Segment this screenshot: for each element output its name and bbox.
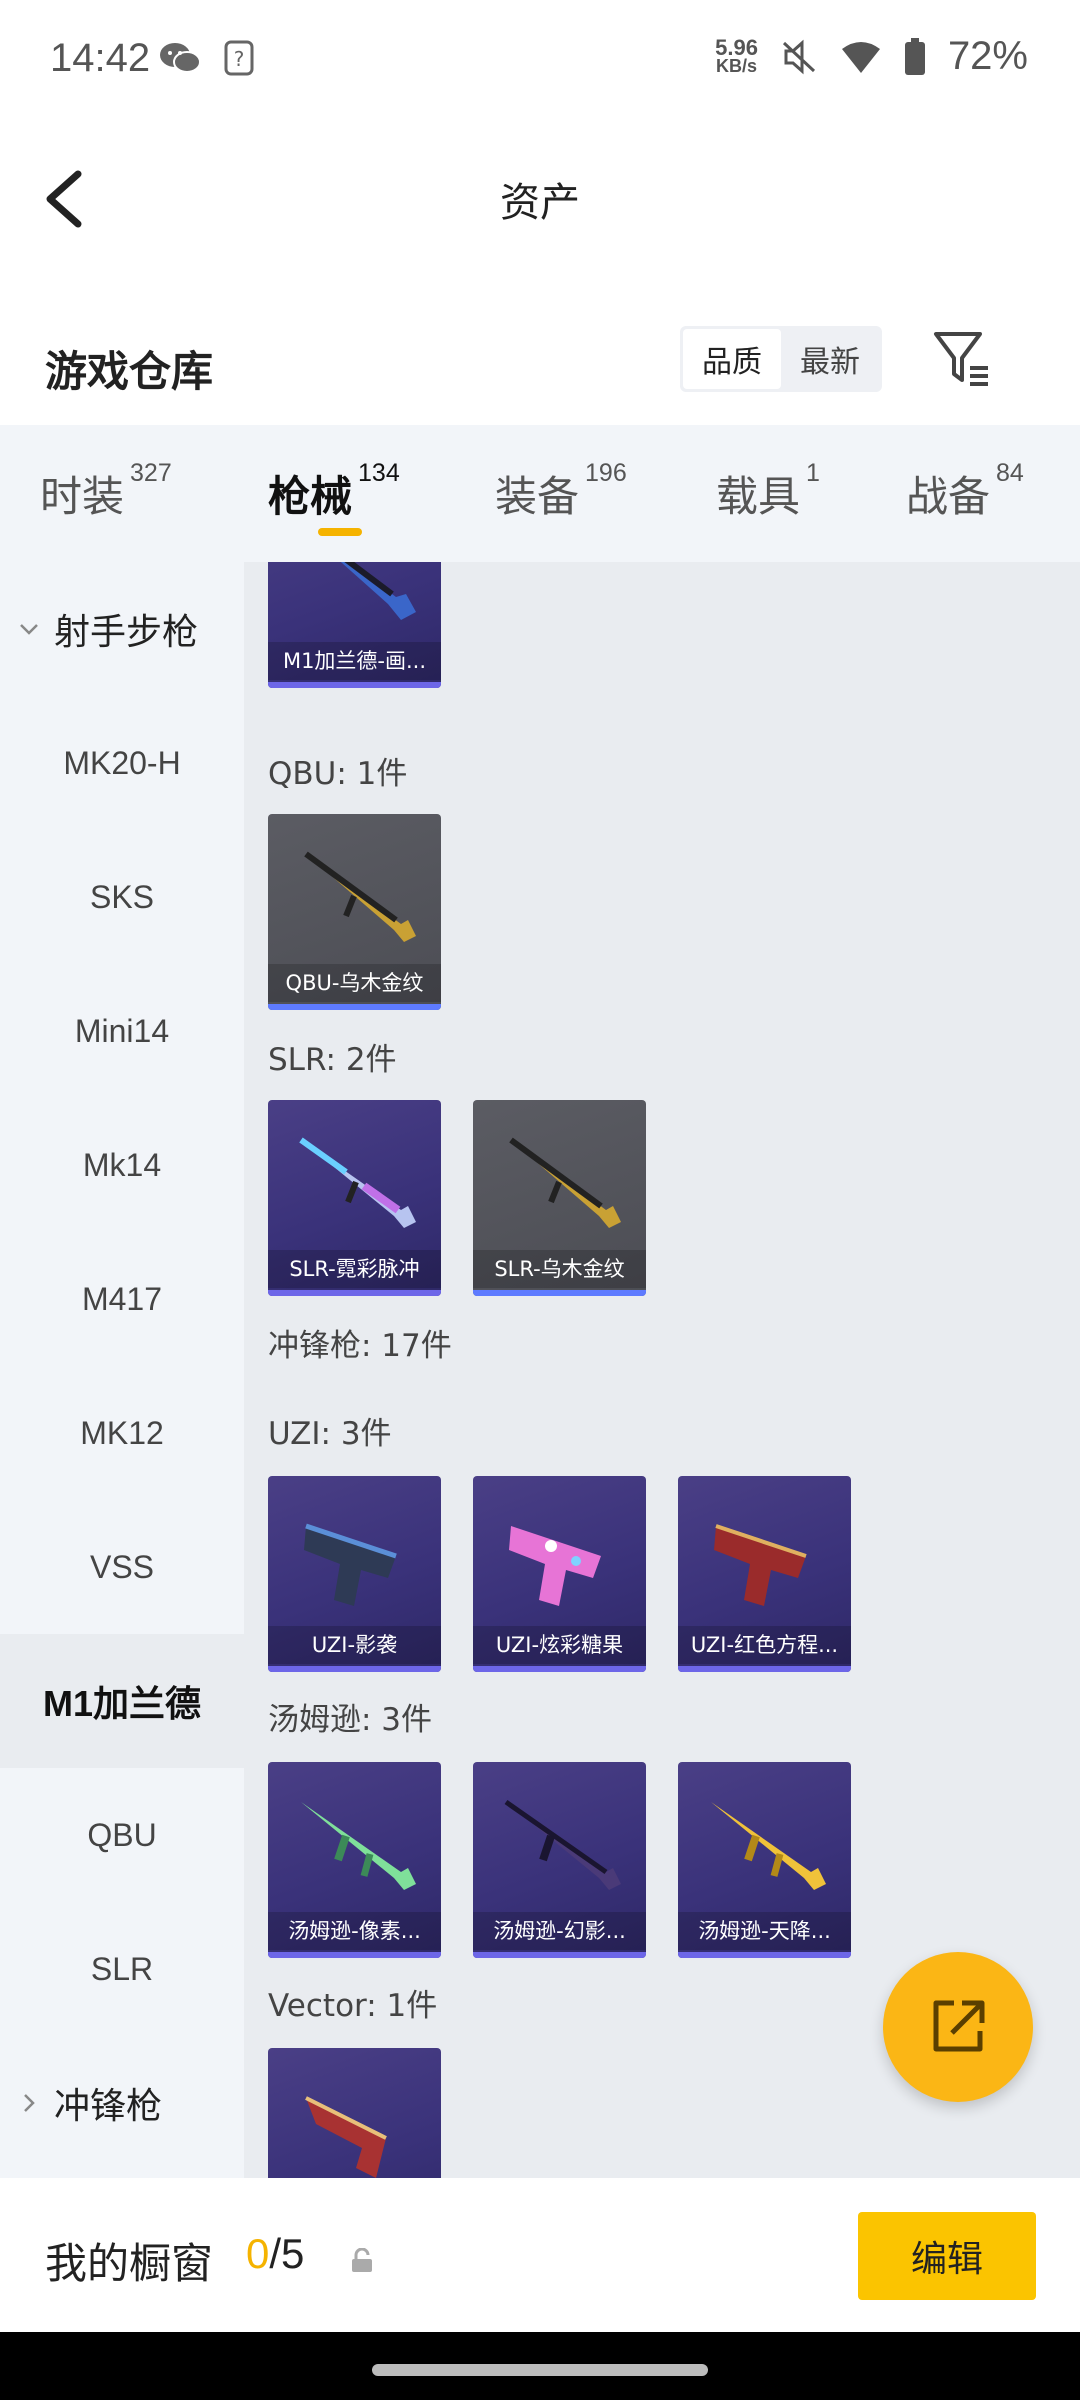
tab-fashion[interactable]: 时装 327	[40, 459, 172, 524]
sort-quality-option[interactable]: 品质	[683, 329, 781, 389]
status-time: 14:42	[50, 36, 151, 80]
pistol-smg-icon	[304, 1523, 397, 1606]
weapon-card[interactable]: SLR-乌木金纹	[473, 1100, 646, 1296]
showcase-label: 我的橱窗	[45, 2239, 214, 2288]
smg-icon	[301, 1802, 416, 1890]
sidebar-item-mini14[interactable]: Mini14	[0, 964, 244, 1098]
tab-vehicles[interactable]: 载具 1	[716, 459, 820, 524]
sidebar-item-mk12[interactable]: MK12	[0, 1366, 244, 1500]
section-label-thompson: 汤姆逊: 3件	[268, 1702, 433, 1738]
rifle-icon	[299, 1137, 416, 1228]
share-external-icon	[933, 2000, 985, 2052]
pistol-smg-icon	[714, 1524, 807, 1606]
rifle-icon	[340, 562, 416, 620]
network-speed: 5.96 KB/s	[715, 34, 758, 76]
weapon-card[interactable]: 汤姆逊-像素...	[268, 1762, 441, 1958]
mute-icon	[782, 39, 815, 74]
weapon-card[interactable]	[268, 2048, 441, 2178]
sidebar-item-m417[interactable]: M417	[0, 1232, 244, 1366]
status-notification-icons: ?	[158, 40, 254, 76]
unknown-app-icon: ?	[224, 40, 254, 76]
sidebar-item-mk20h[interactable]: MK20-H	[0, 696, 244, 830]
lock-icon	[352, 2248, 372, 2272]
section-label-vector: Vector: 1件	[268, 1988, 438, 2024]
weapon-sidebar: 射手步枪 MK20-H SKS Mini14 Mk14 M417 MK12 VS…	[0, 562, 244, 2178]
home-gesture-handle[interactable]	[372, 2364, 708, 2376]
sidebar-group-smg[interactable]: 冲锋枪	[0, 2036, 244, 2170]
app-header: 资产	[0, 124, 1080, 269]
chevron-down-icon	[20, 624, 38, 635]
page-title: 资产	[500, 180, 580, 226]
weapon-card[interactable]: UZI-炫彩糖果	[473, 1476, 646, 1672]
sort-toggle: 品质 最新	[680, 326, 882, 392]
sidebar-item-m1-garand[interactable]: M1加兰德	[0, 1634, 244, 1768]
section-label-uzi: UZI: 3件	[268, 1416, 392, 1452]
status-bar: 14:42 ? 5.96 KB/s 72%	[0, 0, 1080, 124]
section-label-qbu: QBU: 1件	[268, 756, 408, 792]
tab-weapons[interactable]: 枪械 134	[268, 459, 400, 524]
sidebar-item-slr[interactable]: SLR	[0, 1902, 244, 2036]
sidebar-item-vss[interactable]: VSS	[0, 1500, 244, 1634]
edit-button[interactable]: 编辑	[858, 2212, 1036, 2300]
sidebar-group-marksman[interactable]: 射手步枪	[0, 562, 244, 696]
showcase-count: 0/5	[246, 2230, 305, 2277]
sort-newest-option[interactable]: 最新	[781, 329, 879, 389]
chevron-right-icon	[24, 2094, 35, 2112]
weapon-card[interactable]: UZI-影袭	[268, 1476, 441, 1672]
rifle-icon	[509, 1137, 621, 1228]
weapon-card[interactable]: 汤姆逊-天降...	[678, 1762, 851, 1958]
weapon-card[interactable]: M1加兰德-画...	[268, 562, 441, 688]
showcase-bar: 我的橱窗 0/5 编辑	[0, 2178, 1080, 2332]
battery-percent: 72%	[947, 34, 1028, 78]
smg-icon	[305, 2096, 387, 2178]
pistol-smg-icon	[509, 1526, 601, 1606]
tab-supplies[interactable]: 战备 84	[906, 459, 1024, 524]
active-tab-indicator	[318, 528, 362, 536]
tab-equipment[interactable]: 装备 196	[495, 459, 627, 524]
warehouse-header: 游戏仓库 品质 最新	[0, 300, 1080, 425]
system-nav-bar	[0, 2332, 1080, 2400]
sidebar-item-sks[interactable]: SKS	[0, 830, 244, 964]
section-label-smg: 冲锋枪: 17件	[268, 1328, 452, 1364]
wechat-icon	[160, 43, 201, 73]
smg-icon	[711, 1802, 826, 1890]
rifle-icon	[304, 851, 416, 942]
smg-icon	[504, 1799, 621, 1890]
share-button[interactable]	[883, 1952, 1033, 2102]
category-tabs: 时装 327 枪械 134 装备 196 载具 1 战备 84	[0, 425, 1080, 562]
filter-icon	[934, 332, 988, 386]
weapon-grid: M1加兰德-画... QBU: 1件 QBU-乌木金纹 SLR: 2件 SLR-…	[244, 562, 1080, 2178]
section-label-slr: SLR: 2件	[268, 1042, 397, 1078]
battery-icon	[904, 37, 925, 75]
svg-text:?: ?	[234, 47, 245, 71]
sidebar-item-mk14[interactable]: Mk14	[0, 1098, 244, 1232]
wifi-icon	[841, 41, 880, 73]
weapon-card[interactable]: 汤姆逊-幻影...	[473, 1762, 646, 1958]
warehouse-title: 游戏仓库	[45, 347, 214, 396]
filter-button[interactable]	[932, 328, 992, 390]
weapon-card[interactable]: UZI-红色方程...	[678, 1476, 851, 1672]
weapon-card[interactable]: QBU-乌木金纹	[268, 814, 441, 1010]
sidebar-item-qbu[interactable]: QBU	[0, 1768, 244, 1902]
weapon-card[interactable]: SLR-霓彩脉冲	[268, 1100, 441, 1296]
status-right: 5.96 KB/s 72%	[715, 34, 1028, 79]
